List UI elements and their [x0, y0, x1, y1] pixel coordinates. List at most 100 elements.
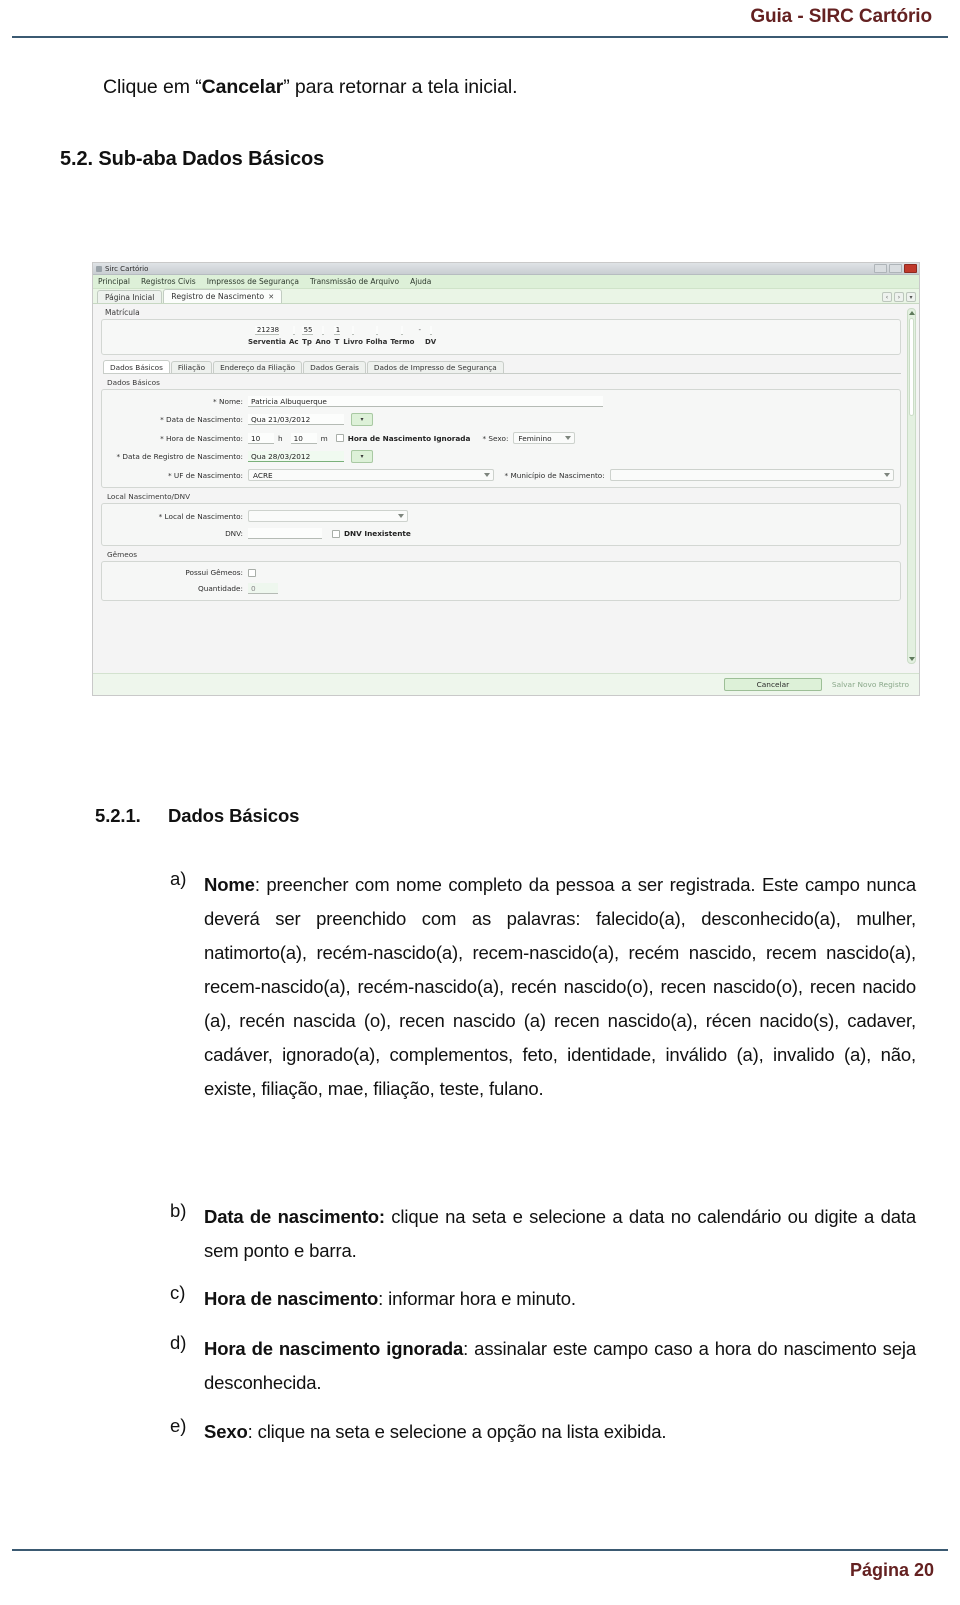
- minuto-input[interactable]: 10: [290, 432, 317, 444]
- data-registro-input[interactable]: Qua 28/03/2012: [248, 451, 344, 462]
- municipio-nascimento-select[interactable]: [609, 469, 894, 481]
- list-item-b-marker: b): [170, 1200, 187, 1221]
- livro-input[interactable]: [352, 326, 355, 335]
- ac-input[interactable]: [292, 326, 295, 335]
- cancel-button[interactable]: Cancelar: [723, 678, 822, 691]
- tab-prev-icon[interactable]: ‹: [882, 292, 892, 302]
- list-item-c-bold: Hora de nascimento: [204, 1288, 379, 1309]
- t-label: T: [334, 338, 340, 346]
- app-icon: [96, 266, 102, 272]
- serventia-input[interactable]: 21238: [254, 326, 280, 335]
- quantidade-label: Quantidade:: [197, 584, 243, 593]
- menu-item-principal[interactable]: Principal: [98, 277, 130, 286]
- data-nascimento-calendar-chevron-down-icon[interactable]: ▾: [351, 413, 373, 426]
- scrollbar-thumb[interactable]: [909, 318, 914, 416]
- matricula-fields-row: 21238 Serventia Ac 55 Tp Ano 1 T Livro F…: [102, 325, 900, 346]
- subtab-dados-gerais[interactable]: Dados Gerais: [303, 361, 366, 373]
- tp-input[interactable]: 55: [301, 326, 313, 335]
- sexo-select[interactable]: Feminino: [513, 432, 576, 444]
- subtab-endereco-filiacao[interactable]: Endereço da Filiação: [213, 361, 303, 373]
- local-nascimento-select[interactable]: [248, 510, 408, 522]
- scroll-up-arrow-icon[interactable]: [909, 311, 915, 315]
- subtab-dados-basicos[interactable]: Dados Básicos: [103, 360, 170, 373]
- hora-ignorada-label: Hora de Nascimento Ignorada: [347, 433, 471, 443]
- data-nascimento-input[interactable]: Qua 21/03/2012: [248, 414, 344, 425]
- list-item-a-marker: a): [170, 868, 187, 889]
- local-nascimento-chevron-down-icon: [398, 514, 404, 518]
- folha-label: Folha: [365, 338, 388, 346]
- panel-local-dnv-box: * Local de Nascimento: DNV: DNV Inexiste…: [101, 503, 901, 546]
- local-nascimento-label: * Local de Nascimento:: [158, 511, 243, 521]
- menu-item-transmissao-arquivo[interactable]: Transmissão de Arquivo: [310, 277, 399, 286]
- tab-next-icon[interactable]: ›: [894, 292, 904, 302]
- folha-input[interactable]: [375, 326, 378, 335]
- dv-input[interactable]: [429, 326, 432, 335]
- scroll-down-arrow-icon[interactable]: [909, 657, 915, 661]
- dnv-input[interactable]: [248, 528, 322, 539]
- maximize-button[interactable]: [889, 264, 902, 273]
- subtab-dados-impresso-seguranca[interactable]: Dados de Impresso de Segurança: [366, 361, 504, 373]
- serventia-label: Serventia: [248, 338, 287, 346]
- list-item-b-bold: Data de nascimento:: [204, 1206, 385, 1227]
- t-input[interactable]: 1: [333, 326, 341, 335]
- section-title-5-2-1: Dados Básicos: [168, 805, 300, 826]
- list-item-a-text: : preencher com nome completo da pessoa …: [204, 874, 916, 1099]
- group-matricula-title: Matrícula: [105, 308, 140, 317]
- termo-label: Termo: [390, 338, 415, 346]
- sexo-label: * Sexo:: [482, 433, 509, 443]
- tab-registro-nascimento[interactable]: Registro de Nascimento ✕: [163, 289, 283, 303]
- header-title: Guia - SIRC Cartório: [750, 6, 932, 27]
- hora-ignorada-checkbox[interactable]: [335, 434, 344, 442]
- uf-nascimento-select[interactable]: ACRE: [248, 469, 495, 481]
- field-row-data-nascimento: * Data de Nascimento: Qua 21/03/2012 ▾: [102, 413, 894, 426]
- quantidade-input[interactable]: 0: [248, 583, 278, 594]
- nome-input[interactable]: Patricia Albuquerque: [248, 396, 603, 407]
- list-item-e-bold: Sexo: [204, 1421, 248, 1442]
- tab-pagina-inicial[interactable]: Página Inicial: [97, 290, 163, 303]
- hora-input[interactable]: 10: [248, 432, 274, 444]
- ac-label: Ac: [289, 338, 299, 346]
- field-row-local-nascimento: * Local de Nascimento:: [102, 510, 894, 522]
- matricula-field-folha: Folha: [366, 325, 387, 346]
- intro-paragraph: Clique em “Cancelar” para retornar a tel…: [103, 76, 518, 99]
- termo-input[interactable]: [401, 326, 404, 335]
- field-row-possui-gemeos: Possui Gêmeos:: [102, 568, 894, 577]
- menu-item-registros-civis[interactable]: Registros Civis: [141, 277, 196, 286]
- uf-nascimento-value: ACRE: [253, 471, 273, 480]
- panel-dados-basicos: Dados Básicos * Nome: Patricia Albuquerq…: [101, 378, 901, 488]
- menu-item-impressos-seguranca[interactable]: Impressos de Segurança: [207, 277, 299, 286]
- panel-dados-basicos-box: * Nome: Patricia Albuquerque * Data de N…: [101, 389, 901, 488]
- tab-close-icon[interactable]: ✕: [268, 293, 274, 301]
- window-titlebar: Sirc Cartório: [93, 263, 919, 275]
- menu-item-ajuda[interactable]: Ajuda: [410, 277, 431, 286]
- field-row-nome: * Nome: Patricia Albuquerque: [102, 396, 894, 407]
- panel-dados-basicos-label: Dados Básicos: [107, 378, 160, 387]
- group-matricula-box: 21238 Serventia Ac 55 Tp Ano 1 T Livro F…: [101, 319, 901, 355]
- field-row-uf-municipio: * UF de Nascimento: ACRE * Município de …: [102, 469, 894, 481]
- tab-list-chevron-down-icon[interactable]: ▾: [906, 292, 916, 302]
- dnv-inexistente-label: DNV Inexistente: [344, 529, 411, 538]
- intro-suffix: ” para retornar a tela inicial.: [283, 76, 518, 98]
- municipio-nascimento-label: * Município de Nascimento:: [504, 470, 605, 480]
- workspace-scrollbar[interactable]: [907, 308, 916, 664]
- minimize-button[interactable]: [874, 264, 887, 273]
- matricula-field-dv: DV: [425, 325, 436, 346]
- section-number-5-2-1: 5.2.1.: [95, 805, 141, 826]
- app-menubar: Principal Registros Civis Impressos de S…: [93, 275, 919, 289]
- close-button[interactable]: [904, 264, 917, 273]
- matricula-separator: -: [418, 326, 421, 334]
- window-controls: [874, 264, 917, 273]
- dnv-inexistente-checkbox[interactable]: [332, 529, 340, 538]
- livro-label: Livro: [343, 338, 363, 346]
- possui-gemeos-checkbox[interactable]: [248, 568, 256, 577]
- hora-nascimento-label: * Hora de Nascimento:: [160, 433, 243, 443]
- save-new-record-button: Salvar Novo Registro: [831, 680, 909, 689]
- app-actionbar: Cancelar Salvar Novo Registro: [93, 673, 919, 695]
- data-registro-calendar-chevron-down-icon[interactable]: ▾: [351, 450, 373, 463]
- matricula-field-ano: Ano: [316, 325, 331, 346]
- ano-input[interactable]: [322, 326, 325, 335]
- uf-chevron-down-icon: [484, 473, 491, 477]
- section-heading-5-2: 5.2. Sub-aba Dados Básicos: [60, 148, 325, 170]
- list-item-c-marker: c): [170, 1282, 186, 1303]
- subtab-filiacao[interactable]: Filiação: [170, 361, 213, 373]
